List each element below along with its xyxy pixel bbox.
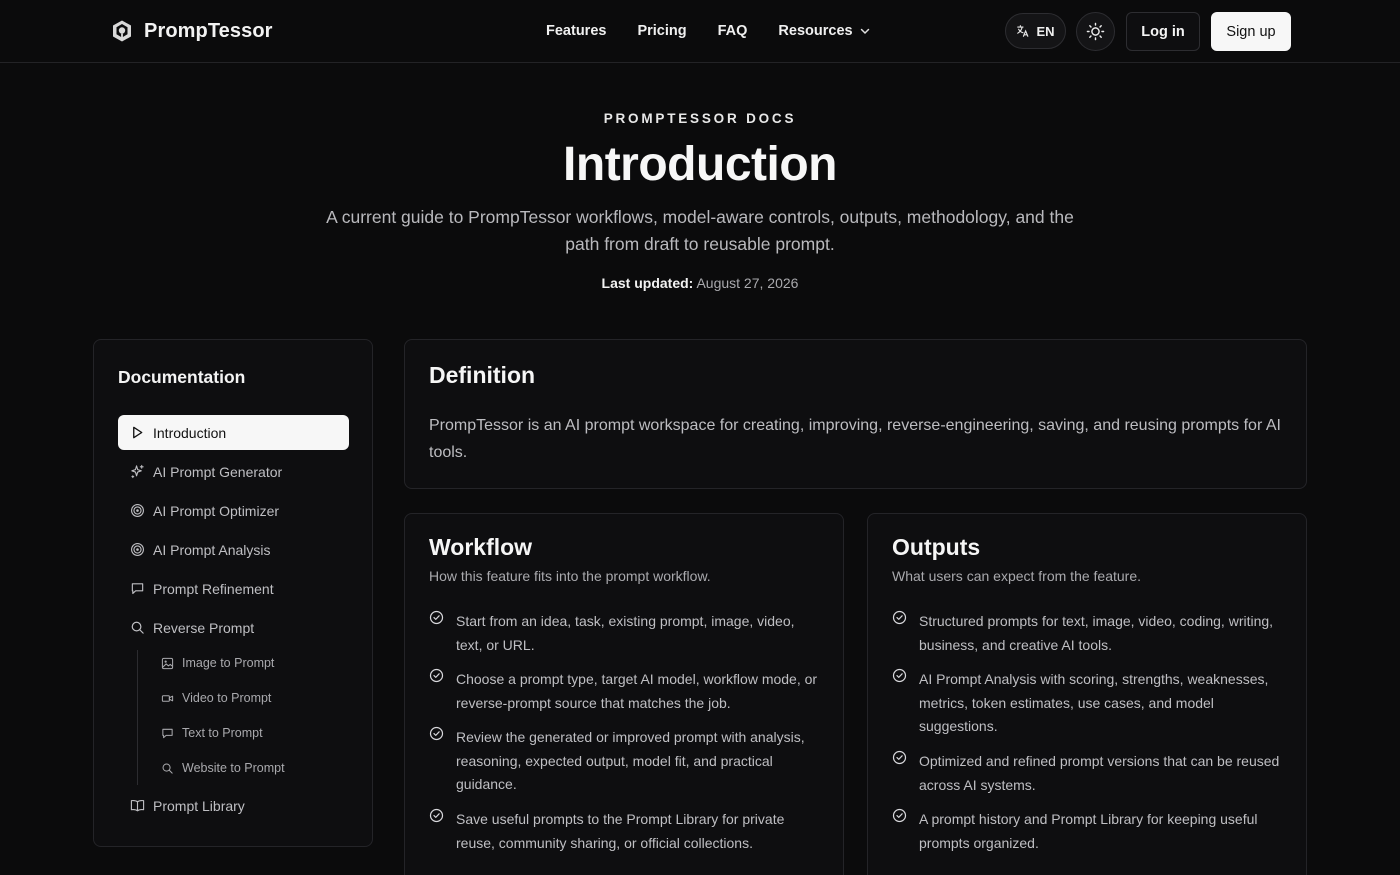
login-button[interactable]: Log in bbox=[1126, 12, 1200, 51]
check-circle-icon bbox=[429, 726, 444, 741]
docs-eyebrow: PROMPTESSOR DOCS bbox=[603, 111, 797, 126]
book-open-icon bbox=[130, 799, 145, 812]
target-icon bbox=[131, 504, 144, 517]
image-icon bbox=[161, 657, 174, 669]
outputs-subtitle: What users can expect from the feature. bbox=[892, 568, 1142, 584]
theme-toggle-button[interactable] bbox=[1076, 12, 1115, 51]
definition-title: Definition bbox=[429, 362, 536, 388]
nav-pricing[interactable]: Pricing bbox=[637, 23, 686, 39]
brand-name: PrompTessor bbox=[144, 19, 273, 42]
sidebar-item-label: Reverse Prompt bbox=[153, 619, 255, 636]
list-item-text: Start from an idea, task, existing promp… bbox=[456, 613, 795, 653]
workflow-card: Workflow How this feature fits into the … bbox=[404, 513, 844, 875]
sidebar-item-label: AI Prompt Analysis bbox=[153, 541, 271, 558]
list-item: AI Prompt Analysis with scoring, strengt… bbox=[892, 668, 1287, 739]
sidebar-subitem-image-to-prompt[interactable]: Image to Prompt bbox=[161, 651, 274, 675]
sidebar-subitem-label: Website to Prompt bbox=[182, 761, 285, 775]
outputs-card: Outputs What users can expect from the f… bbox=[867, 513, 1307, 875]
language-label: EN bbox=[1036, 23, 1055, 39]
sidebar-subitem-text-to-prompt[interactable]: Text to Prompt bbox=[161, 721, 263, 745]
sidebar-title: Documentation bbox=[118, 367, 246, 387]
sidebar-item-label: Introduction bbox=[153, 424, 227, 441]
chevron-down-icon bbox=[860, 28, 869, 35]
search-icon bbox=[131, 621, 144, 634]
main-nav: Features Pricing FAQ Resources bbox=[546, 20, 871, 42]
brand-logo-link[interactable]: PrompTessor bbox=[110, 17, 273, 45]
docs-sidebar: Documentation Introduction AI Prompt Gen… bbox=[93, 339, 373, 847]
sidebar-item-prompt-library[interactable]: Prompt Library bbox=[118, 788, 349, 823]
check-circle-icon bbox=[892, 668, 907, 683]
list-item-text: Choose a prompt type, target AI model, w… bbox=[456, 671, 818, 711]
subnav-divider bbox=[137, 650, 138, 785]
check-circle-icon bbox=[429, 610, 444, 625]
nav-features[interactable]: Features bbox=[546, 23, 606, 39]
sidebar-subitem-website-to-prompt[interactable]: Website to Prompt bbox=[161, 756, 285, 780]
sidebar-item-label: AI Prompt Optimizer bbox=[153, 502, 280, 519]
nav-faq[interactable]: FAQ bbox=[718, 23, 748, 39]
list-item-text: Save useful prompts to the Prompt Librar… bbox=[456, 811, 785, 851]
search-icon bbox=[162, 763, 173, 774]
list-item: Choose a prompt type, target AI model, w… bbox=[429, 668, 824, 715]
target-icon bbox=[131, 543, 144, 556]
definition-card: Definition PrompTessor is an AI prompt w… bbox=[404, 339, 1307, 489]
check-circle-icon bbox=[892, 750, 907, 765]
list-item: Start from an idea, task, existing promp… bbox=[429, 610, 824, 657]
list-item: Review the generated or improved prompt … bbox=[429, 726, 824, 797]
message-square-icon bbox=[162, 728, 173, 738]
language-button[interactable]: EN bbox=[1005, 13, 1066, 49]
last-updated-date: August 27, 2026 bbox=[696, 275, 799, 291]
brand-logo-icon bbox=[113, 20, 131, 42]
sidebar-item-prompt-refinement[interactable]: Prompt Refinement bbox=[118, 571, 349, 606]
list-item: Optimized and refined prompt versions th… bbox=[892, 750, 1287, 797]
sparkles-icon bbox=[131, 464, 144, 479]
check-circle-icon bbox=[892, 808, 907, 823]
sidebar-item-ai-prompt-analysis[interactable]: AI Prompt Analysis bbox=[118, 532, 349, 567]
sun-icon bbox=[1086, 22, 1105, 41]
list-item-text: A prompt history and Prompt Library for … bbox=[919, 811, 1258, 851]
play-icon bbox=[133, 426, 143, 439]
video-icon bbox=[161, 694, 174, 702]
outputs-title: Outputs bbox=[892, 534, 981, 560]
last-updated-label: Last updated: bbox=[601, 275, 694, 291]
page-subtitle: A current guide to PrompTessor workflows… bbox=[326, 207, 1074, 254]
sidebar-item-reverse-prompt[interactable]: Reverse Prompt bbox=[118, 610, 349, 645]
sidebar-subitem-label: Video to Prompt bbox=[182, 691, 272, 705]
signup-button[interactable]: Sign up bbox=[1211, 12, 1291, 51]
list-item: A prompt history and Prompt Library for … bbox=[892, 808, 1287, 855]
check-circle-icon bbox=[429, 668, 444, 683]
sidebar-subitem-label: Text to Prompt bbox=[182, 726, 263, 740]
top-navbar: PrompTessor Features Pricing FAQ Resourc… bbox=[0, 0, 1400, 63]
message-square-icon bbox=[131, 583, 144, 595]
workflow-subtitle: How this feature fits into the prompt wo… bbox=[429, 568, 711, 584]
check-circle-icon bbox=[429, 808, 444, 823]
sidebar-item-label: Prompt Refinement bbox=[153, 580, 274, 597]
list-item: Save useful prompts to the Prompt Librar… bbox=[429, 808, 824, 855]
sidebar-item-introduction[interactable]: Introduction bbox=[118, 415, 349, 450]
list-item-text: AI Prompt Analysis with scoring, strengt… bbox=[919, 671, 1269, 734]
sidebar-subitem-video-to-prompt[interactable]: Video to Prompt bbox=[161, 686, 271, 710]
nav-resources[interactable]: Resources bbox=[778, 23, 870, 39]
list-item-text: Review the generated or improved prompt … bbox=[456, 729, 805, 792]
translate-icon bbox=[1017, 25, 1029, 37]
page-title: Introduction bbox=[563, 138, 837, 191]
list-item: Structured prompts for text, image, vide… bbox=[892, 610, 1287, 657]
definition-body: PrompTessor is an AI prompt workspace fo… bbox=[429, 417, 1281, 461]
list-item-text: Structured prompts for text, image, vide… bbox=[919, 613, 1274, 653]
check-circle-icon bbox=[892, 610, 907, 625]
sidebar-item-label: Prompt Library bbox=[153, 797, 245, 814]
last-updated: Last updated: August 27, 2026 bbox=[0, 275, 1400, 291]
sidebar-item-ai-prompt-optimizer[interactable]: AI Prompt Optimizer bbox=[118, 493, 349, 528]
workflow-title: Workflow bbox=[429, 534, 533, 560]
list-item-text: Optimized and refined prompt versions th… bbox=[919, 753, 1280, 793]
sidebar-item-label: AI Prompt Generator bbox=[153, 463, 283, 480]
sidebar-subitem-label: Image to Prompt bbox=[182, 656, 275, 670]
sidebar-item-ai-prompt-generator[interactable]: AI Prompt Generator bbox=[118, 454, 349, 489]
